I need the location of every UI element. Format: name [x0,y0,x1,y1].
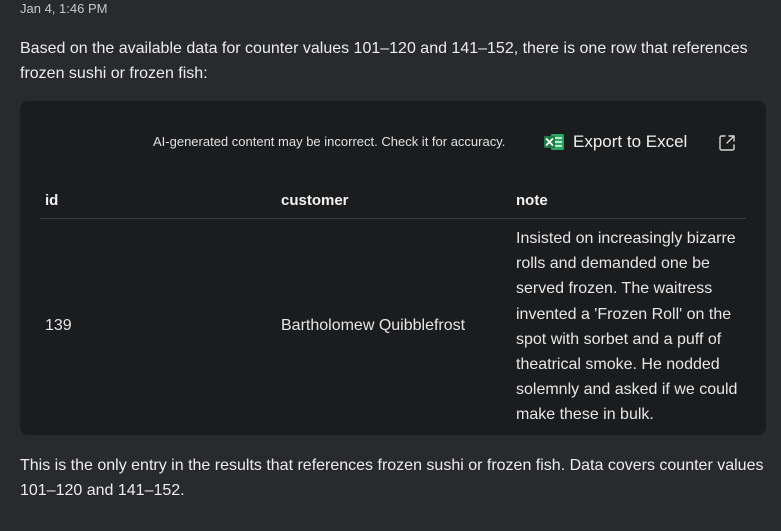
excel-icon [544,134,564,150]
cell-note: Insisted on increasingly bizarre rolls a… [516,230,738,424]
column-header-note: note [516,192,548,209]
result-card: AI-generated content may be incorrect. C… [20,101,766,435]
column-header-id: id [45,192,59,209]
ai-disclaimer: AI-generated content may be incorrect. C… [153,134,506,149]
intro-text: Based on the available data for counter … [20,40,748,82]
export-to-excel-button[interactable]: Export to Excel [543,132,687,152]
outro-text: This is the only entry in the results th… [20,457,764,499]
export-label: Export to Excel [573,132,688,151]
expand-icon[interactable] [717,133,737,153]
cell-id: 139 [45,317,72,334]
column-header-customer: customer [281,192,349,209]
cell-customer: Bartholomew Quibblefrost [281,317,466,334]
message-timestamp: Jan 4, 1:46 PM [20,1,108,16]
header-divider [40,218,746,219]
